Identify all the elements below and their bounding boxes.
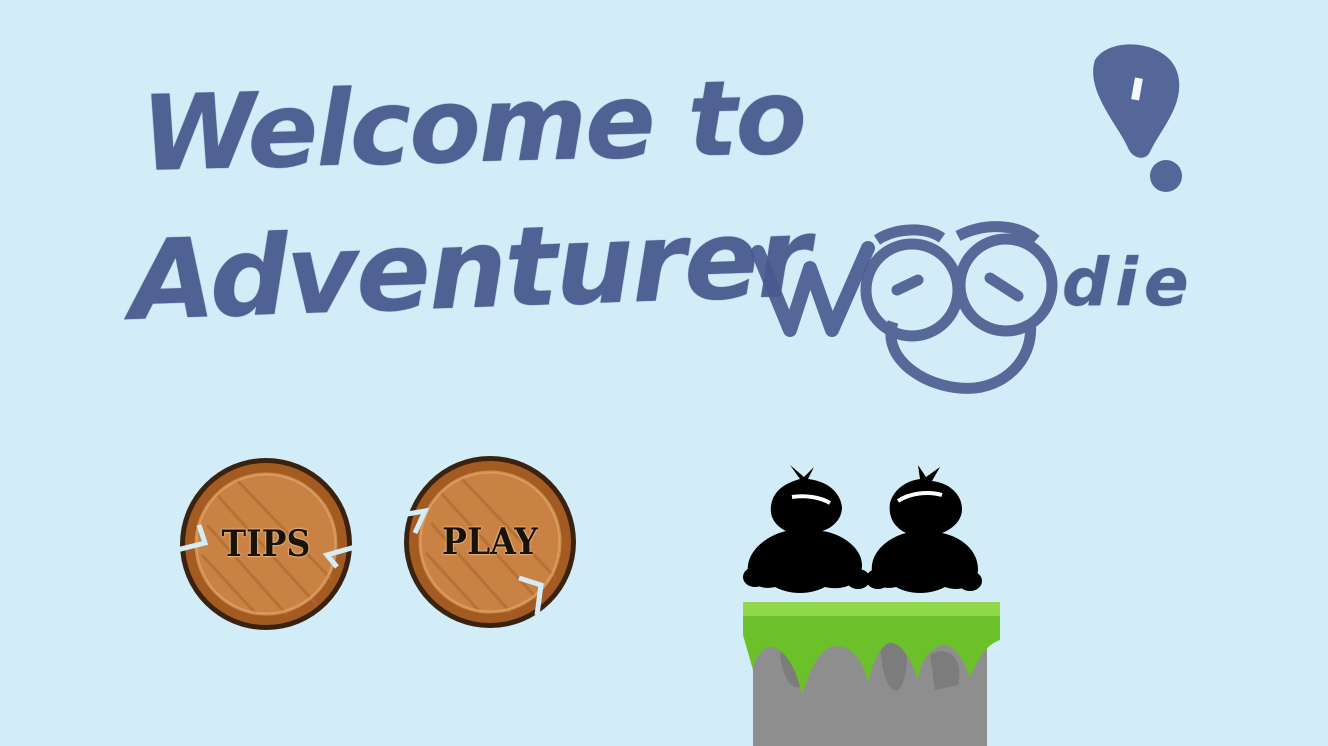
tips-button-label: TIPS (221, 523, 311, 565)
title-adventurer-text: Adventurer (127, 193, 811, 345)
title-woodie-end-text: die (1062, 244, 1195, 321)
creature-right (866, 465, 982, 593)
title-welcome-text: Welcome to (139, 55, 807, 195)
tips-button[interactable]: TIPS (177, 455, 355, 633)
creature-left (743, 465, 870, 593)
game-title-screen: Welcome to Adventurer die TIPS PLAY (0, 0, 1328, 746)
characters-on-pillar-icon (743, 465, 1000, 746)
play-button[interactable]: PLAY (401, 453, 579, 631)
play-button-label: PLAY (442, 521, 538, 563)
